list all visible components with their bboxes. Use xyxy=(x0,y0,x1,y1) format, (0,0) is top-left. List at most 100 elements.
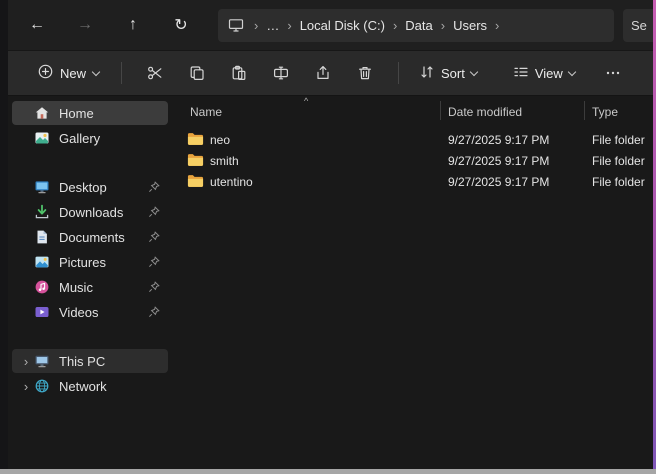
downloads-icon xyxy=(34,204,50,220)
toolbar-divider xyxy=(121,62,122,84)
column-header-type[interactable]: Type xyxy=(592,105,618,119)
file-date-modified: 9/27/2025 9:17 PM xyxy=(448,154,549,168)
column-header-date-modified[interactable]: Date modified xyxy=(448,105,522,119)
sidebar-item-label: Documents xyxy=(59,230,148,245)
view-button[interactable]: View xyxy=(505,58,583,89)
share-button[interactable] xyxy=(302,56,344,90)
back-button[interactable]: ← xyxy=(20,8,54,42)
ellipsis-icon xyxy=(605,65,621,81)
sidebar-item-label: Home xyxy=(59,106,168,121)
sidebar-spacer xyxy=(8,325,172,349)
file-date-modified: 9/27/2025 9:17 PM xyxy=(448,175,549,189)
breadcrumb-separator-icon: › xyxy=(441,18,445,33)
chevron-right-icon[interactable]: › xyxy=(18,354,34,369)
sidebar-item-home[interactable]: Home xyxy=(12,101,168,125)
chevron-down-icon xyxy=(568,67,576,75)
sidebar-item-label: Desktop xyxy=(59,180,148,195)
file-name: utentino xyxy=(210,175,253,189)
rename-button[interactable] xyxy=(260,56,302,90)
file-explorer-window: ← → ↑ ↻ › … › Local Disk (C:) › Data › U… xyxy=(0,0,656,474)
new-button-label: New xyxy=(60,66,86,81)
pin-icon xyxy=(148,206,160,218)
breadcrumb-item-users[interactable]: Users xyxy=(453,18,487,33)
forward-button[interactable]: → xyxy=(68,8,102,42)
sidebar-item-label: This PC xyxy=(59,354,168,369)
breadcrumb-item-local-disk[interactable]: Local Disk (C:) xyxy=(300,18,385,33)
sidebar-item-downloads[interactable]: Downloads xyxy=(12,200,168,224)
sidebar-item-documents[interactable]: Documents xyxy=(12,225,168,249)
sort-ascending-indicator: ^ xyxy=(304,96,308,106)
music-icon xyxy=(34,279,50,295)
sidebar-item-label: Network xyxy=(59,379,168,394)
cut-button[interactable] xyxy=(134,56,176,90)
refresh-button[interactable]: ↻ xyxy=(164,8,198,42)
pin-icon xyxy=(148,181,160,193)
paste-button[interactable] xyxy=(218,56,260,90)
file-rows: neo 9/27/2025 9:17 PM File folder smith … xyxy=(172,126,653,192)
sort-button[interactable]: Sort xyxy=(411,58,485,89)
folder-icon xyxy=(187,132,204,146)
column-header-name[interactable]: Name xyxy=(190,105,222,119)
sidebar-item-label: Gallery xyxy=(59,131,168,146)
pin-icon xyxy=(148,306,160,318)
sidebar-item-this-pc[interactable]: › This PC xyxy=(12,349,168,373)
file-date-modified: 9/27/2025 9:17 PM xyxy=(448,133,549,147)
delete-button[interactable] xyxy=(344,56,386,90)
plus-circle-icon xyxy=(38,64,53,82)
address-bar[interactable]: › … › Local Disk (C:) › Data › Users › xyxy=(218,9,614,42)
breadcrumb-collapsed[interactable]: … xyxy=(266,18,279,33)
view-button-label: View xyxy=(535,66,563,81)
sidebar-item-gallery[interactable]: Gallery xyxy=(12,126,168,150)
sidebar-item-videos[interactable]: Videos xyxy=(12,300,168,324)
chevron-down-icon xyxy=(92,67,100,75)
file-row-smith[interactable]: smith 9/27/2025 9:17 PM File folder xyxy=(172,150,653,171)
folder-icon xyxy=(187,153,204,167)
sidebar-item-label: Music xyxy=(59,280,148,295)
sort-button-label: Sort xyxy=(441,66,465,81)
file-name: neo xyxy=(210,133,230,147)
pictures-icon xyxy=(34,254,50,270)
new-button[interactable]: New xyxy=(28,58,109,88)
file-name: smith xyxy=(210,154,239,168)
copy-button[interactable] xyxy=(176,56,218,90)
this-pc-icon xyxy=(34,353,50,369)
pin-icon xyxy=(148,281,160,293)
navigation-bar: ← → ↑ ↻ › … › Local Disk (C:) › Data › U… xyxy=(8,0,653,50)
documents-icon xyxy=(34,229,50,245)
videos-icon xyxy=(34,304,50,320)
command-bar: New xyxy=(8,50,653,96)
view-icon xyxy=(513,64,529,83)
folder-icon xyxy=(187,174,204,188)
column-divider[interactable] xyxy=(584,101,585,120)
search-input[interactable]: Se xyxy=(623,9,653,42)
file-type: File folder xyxy=(592,154,645,168)
up-button[interactable]: ↑ xyxy=(116,8,150,42)
sidebar-item-pictures[interactable]: Pictures xyxy=(12,250,168,274)
breadcrumb-separator-icon: › xyxy=(254,18,258,33)
this-pc-monitor-icon xyxy=(228,18,244,32)
see-more-button[interactable] xyxy=(595,56,631,90)
breadcrumb-item-data[interactable]: Data xyxy=(405,18,432,33)
file-list-pane: ^ Name Date modified Type neo 9/27/2025 … xyxy=(172,96,653,469)
chevron-right-icon[interactable]: › xyxy=(18,379,34,394)
home-icon xyxy=(34,105,50,121)
column-divider[interactable] xyxy=(440,101,441,120)
file-type: File folder xyxy=(592,133,645,147)
chevron-down-icon xyxy=(470,67,478,75)
pin-icon xyxy=(148,231,160,243)
file-row-neo[interactable]: neo 9/27/2025 9:17 PM File folder xyxy=(172,129,653,150)
sidebar-item-desktop[interactable]: Desktop xyxy=(12,175,168,199)
breadcrumb-separator-icon: › xyxy=(393,18,397,33)
file-row-utentino[interactable]: utentino 9/27/2025 9:17 PM File folder xyxy=(172,171,653,192)
sidebar-item-label: Downloads xyxy=(59,205,148,220)
network-icon xyxy=(34,378,50,394)
toolbar-divider xyxy=(398,62,399,84)
sidebar-item-label: Videos xyxy=(59,305,148,320)
sidebar-item-music[interactable]: Music xyxy=(12,275,168,299)
sidebar-item-network[interactable]: › Network xyxy=(12,374,168,398)
window-bottom-edge xyxy=(0,469,656,474)
pin-icon xyxy=(148,256,160,268)
sidebar-item-label: Pictures xyxy=(59,255,148,270)
gallery-icon xyxy=(34,130,50,146)
sort-icon xyxy=(419,64,435,83)
